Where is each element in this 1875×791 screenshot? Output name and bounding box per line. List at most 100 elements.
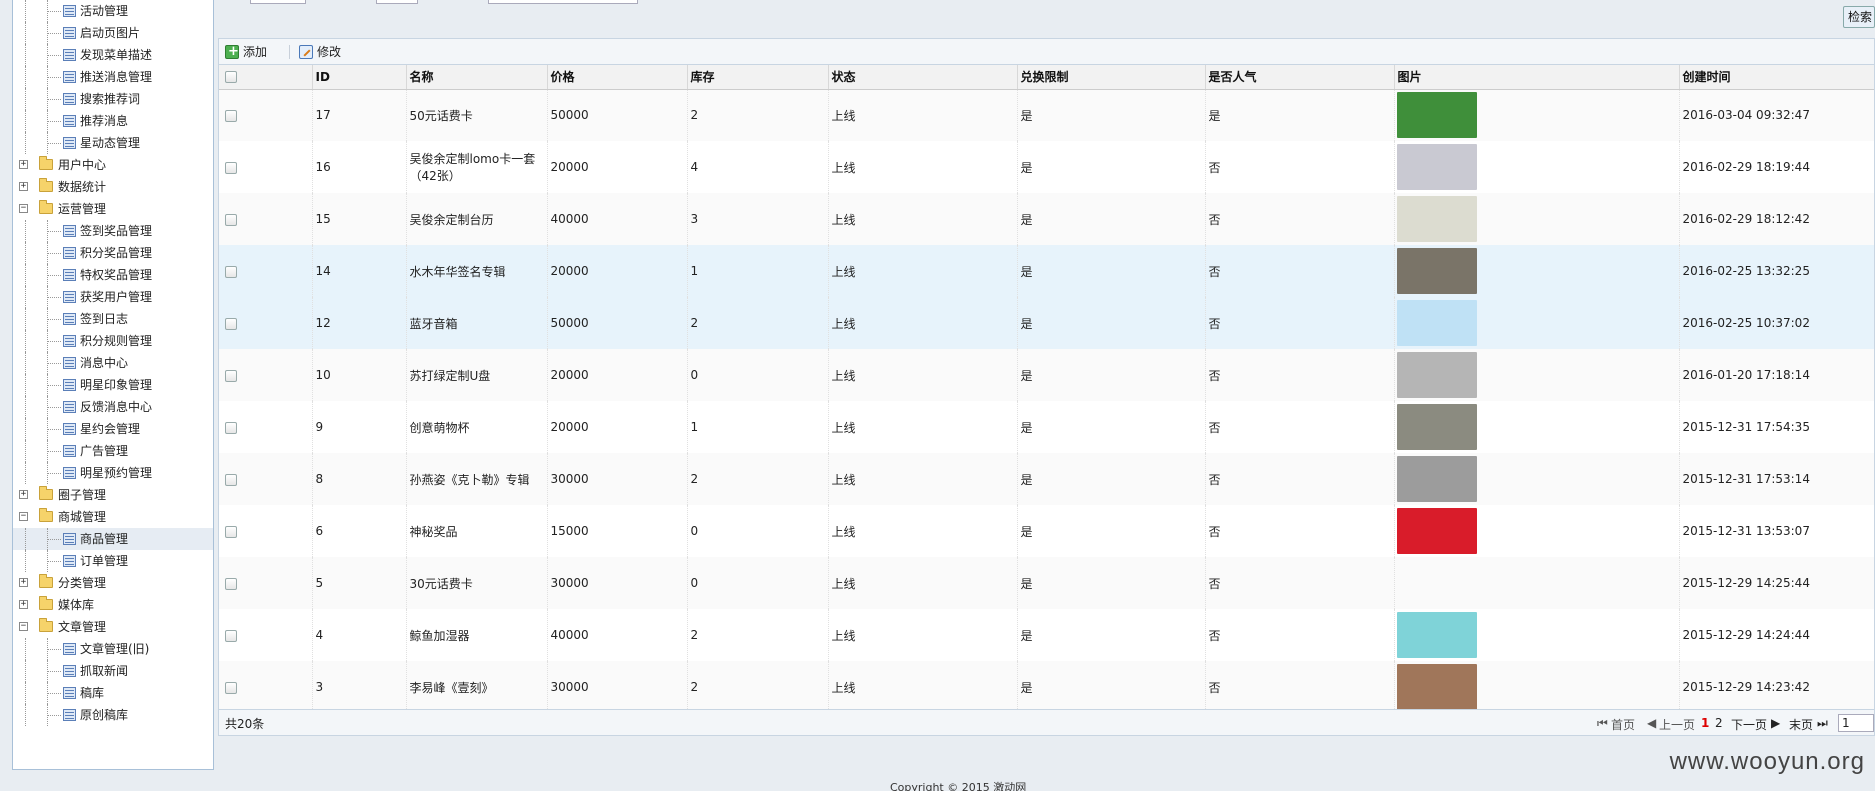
search-field-2[interactable] xyxy=(376,0,418,4)
row-checkbox[interactable] xyxy=(225,421,237,434)
sidebar-item[interactable]: + 分类管理 xyxy=(13,572,213,594)
search-field-1[interactable] xyxy=(250,0,306,4)
sidebar-item[interactable]: 搜索推荐词 xyxy=(13,88,213,110)
product-thumbnail[interactable] xyxy=(1396,404,1477,450)
header-created[interactable]: 创建时间 xyxy=(1679,65,1874,90)
table-row[interactable]: 14 水木年华签名专辑 20000 1 上线是否 2016-02-25 13:32:25 xyxy=(219,245,1874,297)
add-button[interactable]: 添加 xyxy=(223,43,267,61)
product-thumbnail[interactable] xyxy=(1396,352,1477,398)
sidebar-item[interactable]: 星约会管理 xyxy=(13,418,213,440)
table-row[interactable]: 16 吴俊余定制lomo卡一套（42张） 20000 4 上线是否 2016-02-29 … xyxy=(219,141,1874,193)
last-page-icon[interactable]: ⏭ xyxy=(1817,716,1828,731)
collapse-icon[interactable]: − xyxy=(19,512,28,521)
header-popular[interactable]: 是否人气 xyxy=(1205,65,1395,90)
table-row[interactable]: 8 孙燕姿《克卜勒》专辑 30000 2 上线是否 2015-12-31 17:53:14 xyxy=(219,453,1874,505)
expand-icon[interactable]: + xyxy=(19,160,28,169)
next-page-icon[interactable]: ▶ xyxy=(1771,716,1780,730)
table-row[interactable]: 9 创意萌物杯 20000 1 上线是否 2015-12-31 17:54:35 xyxy=(219,401,1874,453)
sidebar-item[interactable]: 签到日志 xyxy=(13,308,213,330)
collapse-icon[interactable]: − xyxy=(19,204,28,213)
sidebar-item[interactable]: + 圈子管理 xyxy=(13,484,213,506)
sidebar-item[interactable]: 原创稿库 xyxy=(13,704,213,726)
sidebar-item[interactable]: 发现菜单描述 xyxy=(13,44,213,66)
sidebar-item[interactable]: 获奖用户管理 xyxy=(13,286,213,308)
table-row[interactable]: 4 鲸鱼加湿器 40000 2 上线是否 2015-12-29 14:24:44 xyxy=(219,609,1874,661)
row-checkbox[interactable] xyxy=(225,577,237,590)
sidebar-item[interactable]: 广告管理 xyxy=(13,440,213,462)
sidebar-item[interactable]: 特权奖品管理 xyxy=(13,264,213,286)
page-2-link[interactable]: 2 xyxy=(1715,716,1723,730)
table-row[interactable]: 15 吴俊余定制台历 40000 3 上线是否 2016-02-29 18:12:42 xyxy=(219,193,1874,245)
sidebar-item[interactable]: 抓取新闻 xyxy=(13,660,213,682)
first-page-link[interactable]: 首页 xyxy=(1611,716,1635,733)
sidebar-item[interactable]: + 媒体库 xyxy=(13,594,213,616)
row-checkbox[interactable] xyxy=(225,525,237,538)
sidebar-item[interactable]: − 文章管理 xyxy=(13,616,213,638)
sidebar-item[interactable]: 星动态管理 xyxy=(13,132,213,154)
sidebar-item[interactable]: 积分奖品管理 xyxy=(13,242,213,264)
prev-page-icon[interactable]: ◀ xyxy=(1647,716,1656,730)
product-thumbnail[interactable] xyxy=(1396,300,1477,346)
header-image[interactable]: 图片 xyxy=(1394,65,1680,90)
select-all-checkbox[interactable] xyxy=(225,71,237,84)
row-checkbox[interactable] xyxy=(225,213,237,226)
expand-icon[interactable]: + xyxy=(19,600,28,609)
sidebar-item[interactable]: 稿库 xyxy=(13,682,213,704)
sidebar-item[interactable]: 推荐消息 xyxy=(13,110,213,132)
header-price[interactable]: 价格 xyxy=(547,65,688,90)
table-row[interactable]: 5 30元话费卡 30000 0 上线是否 2015-12-29 14:25:44 xyxy=(219,557,1874,609)
sidebar-item[interactable]: 反馈消息中心 xyxy=(13,396,213,418)
sidebar-item[interactable]: 文章管理(旧) xyxy=(13,638,213,660)
row-checkbox[interactable] xyxy=(225,317,237,330)
sidebar-item[interactable]: 明星印象管理 xyxy=(13,374,213,396)
page-1-link[interactable]: 1 xyxy=(1701,716,1709,730)
page-number-input[interactable]: 1 xyxy=(1838,714,1874,732)
sidebar-item[interactable]: 明星预约管理 xyxy=(13,462,213,484)
table-row[interactable]: 12 蓝牙音箱 50000 2 上线是否 2016-02-25 10:37:02 xyxy=(219,297,1874,349)
product-thumbnail[interactable] xyxy=(1396,196,1477,242)
sidebar-item[interactable]: − 商城管理 xyxy=(13,506,213,528)
product-thumbnail[interactable] xyxy=(1396,664,1477,709)
product-thumbnail[interactable] xyxy=(1396,456,1477,502)
product-thumbnail[interactable] xyxy=(1396,508,1477,554)
last-page-link[interactable]: 末页 xyxy=(1789,716,1813,733)
sidebar-item[interactable]: 订单管理 xyxy=(13,550,213,572)
row-checkbox[interactable] xyxy=(225,369,237,382)
row-checkbox[interactable] xyxy=(225,681,237,694)
expand-icon[interactable]: + xyxy=(19,182,28,191)
header-id[interactable]: ID xyxy=(312,65,407,90)
row-checkbox[interactable] xyxy=(225,265,237,278)
product-thumbnail[interactable] xyxy=(1396,248,1477,294)
product-thumbnail[interactable] xyxy=(1396,144,1477,190)
header-status[interactable]: 状态 xyxy=(828,65,1018,90)
edit-button[interactable]: 修改 xyxy=(297,43,341,61)
table-row[interactable]: 3 李易峰《壹刻》 30000 2 上线是否 2015-12-29 14:23:42 xyxy=(219,661,1874,709)
header-stock[interactable]: 库存 xyxy=(687,65,829,90)
product-thumbnail[interactable] xyxy=(1396,612,1477,658)
sidebar-item[interactable]: 签到奖品管理 xyxy=(13,220,213,242)
search-button[interactable]: 检索 xyxy=(1843,6,1875,28)
row-checkbox[interactable] xyxy=(225,109,237,122)
search-field-3[interactable] xyxy=(488,0,638,4)
next-page-link[interactable]: 下一页 xyxy=(1731,716,1767,733)
sidebar-item[interactable]: 启动页图片 xyxy=(13,22,213,44)
row-checkbox[interactable] xyxy=(225,473,237,486)
expand-icon[interactable]: + xyxy=(19,490,28,499)
row-checkbox[interactable] xyxy=(225,629,237,642)
first-page-icon[interactable]: ⏮ xyxy=(1597,716,1608,731)
product-thumbnail[interactable] xyxy=(1396,92,1477,139)
collapse-icon[interactable]: − xyxy=(19,622,28,631)
table-row[interactable]: 10 苏打绿定制U盘 20000 0 上线是否 2016-01-20 17:18:14 xyxy=(219,349,1874,401)
sidebar-item[interactable]: 消息中心 xyxy=(13,352,213,374)
header-limit[interactable]: 兑换限制 xyxy=(1017,65,1206,90)
sidebar-item[interactable]: − 运营管理 xyxy=(13,198,213,220)
prev-page-link[interactable]: 上一页 xyxy=(1659,716,1695,733)
expand-icon[interactable]: + xyxy=(19,578,28,587)
sidebar-item[interactable]: + 用户中心 xyxy=(13,154,213,176)
row-checkbox[interactable] xyxy=(225,161,237,174)
sidebar-item[interactable]: 活动管理 xyxy=(13,0,213,22)
table-row[interactable]: 17 50元话费卡 50000 2 上线是是 2016-03-04 09:32:47 xyxy=(219,89,1874,141)
table-row[interactable]: 6 神秘奖品 15000 0 上线是否 2015-12-31 13:53:07 xyxy=(219,505,1874,557)
header-name[interactable]: 名称 xyxy=(406,65,548,90)
sidebar-item[interactable]: 积分规则管理 xyxy=(13,330,213,352)
